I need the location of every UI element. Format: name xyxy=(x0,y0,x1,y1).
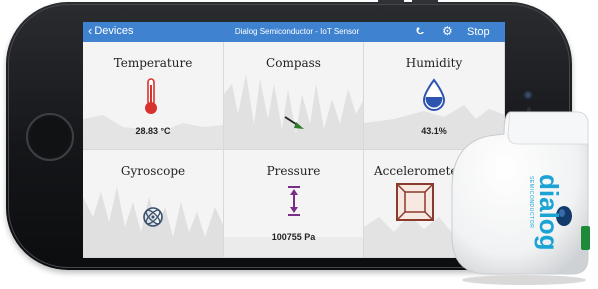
dialog-logo-text: dialog xyxy=(534,174,564,251)
compass-label: Compass xyxy=(266,56,321,70)
nav-title: Dialog Semiconductor - IoT Sensor xyxy=(234,27,360,36)
sensor-tile-grid: Temperature 28.83 °C Compass Humidity 43… xyxy=(83,42,505,258)
accelerometer-label: Acceleromete xyxy=(374,164,458,178)
pressure-value: 100755 Pa xyxy=(271,232,316,242)
front-camera xyxy=(523,90,533,100)
stop-button[interactable]: Stop xyxy=(467,26,490,38)
back-button-label: Devices xyxy=(94,25,134,37)
sensor-green-tab xyxy=(581,226,590,250)
tile-compass[interactable]: Compass xyxy=(224,42,364,150)
back-chevron-icon: ‹ xyxy=(88,23,93,38)
navigation-bar: ‹ Devices Dialog Semiconductor - IoT Sen… xyxy=(83,22,505,42)
tile-temperature[interactable]: Temperature 28.83 °C xyxy=(83,42,224,150)
dialog-logo-subtext: SEMICONDUCTOR xyxy=(528,176,534,228)
phone-side-button xyxy=(378,0,404,4)
app-screen: ‹ Devices Dialog Semiconductor - IoT Sen… xyxy=(83,22,505,258)
water-drop-icon xyxy=(422,78,446,111)
pressure-label: Pressure xyxy=(266,164,321,178)
back-button[interactable]: ‹ Devices xyxy=(88,23,134,38)
iot-sensor-device: dialog SEMICONDUCTOR xyxy=(451,111,590,285)
gyroscope-label: Gyroscope xyxy=(120,164,186,178)
thermometer-icon xyxy=(145,78,157,114)
pressure-arrow-icon xyxy=(288,186,300,216)
temperature-label: Temperature xyxy=(113,56,193,70)
humidity-label: Humidity xyxy=(405,56,463,70)
tile-gyroscope[interactable]: Gyroscope xyxy=(83,150,224,258)
magnet-icon[interactable] xyxy=(415,26,426,40)
gyroscope-icon xyxy=(143,207,163,227)
tile-pressure[interactable]: Pressure 100755 Pa xyxy=(224,150,364,258)
gear-icon[interactable]: ⚙ xyxy=(442,25,453,37)
phone-side-button xyxy=(412,0,438,4)
sensor-shadow xyxy=(462,275,586,285)
home-button[interactable] xyxy=(26,113,74,161)
compass-needle-icon xyxy=(284,116,304,129)
sensor-clip xyxy=(507,111,589,145)
temperature-value: 28.83 °C xyxy=(135,126,171,136)
accelerometer-cube-icon xyxy=(396,183,434,221)
